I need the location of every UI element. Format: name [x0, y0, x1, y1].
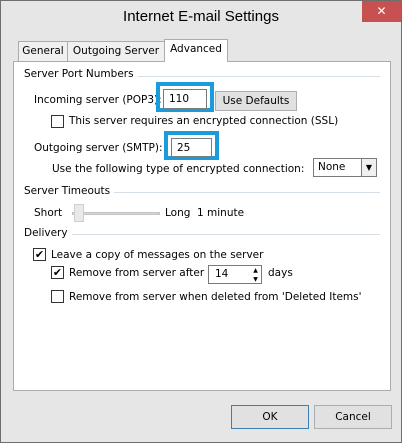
remove-deleted-label: Remove from server when deleted from 'De…: [69, 291, 362, 303]
tab-general[interactable]: General: [18, 41, 68, 62]
encryption-value: None: [318, 161, 346, 173]
tab-outgoing-server[interactable]: Outgoing Server: [67, 41, 165, 62]
days-unit-label: days: [268, 267, 293, 279]
remove-days-value: 14: [215, 268, 229, 280]
section-divider: [110, 192, 380, 193]
ok-label: OK: [262, 411, 278, 423]
timeout-short-label: Short: [34, 207, 63, 219]
remove-days-stepper[interactable]: 14 ▲ ▼: [208, 265, 262, 284]
close-icon[interactable]: ✕: [362, 1, 401, 22]
ssl-label: This server requires an encrypted connec…: [69, 115, 339, 127]
spin-up-icon[interactable]: ▲: [250, 266, 261, 275]
incoming-server-label: Incoming server (POP3):: [34, 94, 162, 106]
timeout-value: 1 minute: [197, 207, 245, 219]
remove-deleted-checkbox[interactable]: [51, 290, 64, 303]
server-timeouts-heading: Server Timeouts: [24, 185, 115, 197]
title-bar: Internet E-mail Settings ✕: [1, 1, 401, 33]
spin-down-icon[interactable]: ▼: [250, 275, 261, 284]
leave-copy-checkbox[interactable]: ✔: [33, 248, 46, 261]
cancel-button[interactable]: Cancel: [314, 405, 392, 429]
ssl-checkbox[interactable]: [51, 115, 64, 128]
tab-advanced[interactable]: Advanced: [164, 39, 228, 62]
ok-button[interactable]: OK: [231, 405, 309, 429]
leave-copy-label: Leave a copy of messages on the server: [51, 249, 264, 261]
outgoing-port-input[interactable]: 25: [171, 138, 212, 157]
outgoing-server-label: Outgoing server (SMTP):: [34, 142, 163, 154]
use-defaults-button[interactable]: Use Defaults: [215, 91, 297, 111]
email-settings-dialog: Internet E-mail Settings ✕ General Outgo…: [0, 0, 402, 443]
window-title: Internet E-mail Settings: [123, 8, 279, 25]
remove-after-checkbox[interactable]: ✔: [51, 266, 64, 279]
timeout-slider-track[interactable]: [72, 212, 160, 215]
timeout-slider-thumb[interactable]: [74, 204, 84, 222]
encryption-label: Use the following type of encrypted conn…: [52, 163, 305, 175]
timeout-long-label: Long: [165, 207, 191, 219]
use-defaults-label: Use Defaults: [222, 95, 290, 107]
incoming-port-input[interactable]: 110: [163, 89, 207, 109]
delivery-heading: Delivery: [24, 227, 72, 239]
encryption-select[interactable]: None ▼: [313, 158, 377, 177]
section-divider: [134, 76, 380, 77]
chevron-down-icon: ▼: [361, 159, 376, 176]
advanced-panel: Server Port Numbers Incoming server (POP…: [13, 61, 391, 391]
remove-after-label: Remove from server after: [69, 267, 205, 279]
cancel-label: Cancel: [335, 411, 371, 423]
server-ports-heading: Server Port Numbers: [24, 68, 138, 80]
section-divider: [70, 234, 380, 235]
